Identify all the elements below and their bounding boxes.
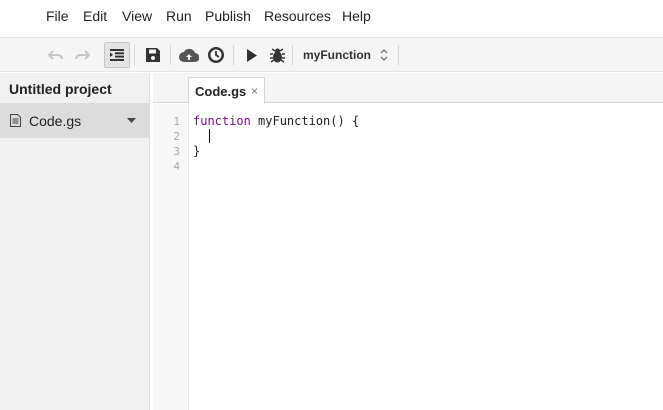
close-icon[interactable]: × (251, 84, 258, 98)
editor-tab-strip: Code.gs × (153, 73, 663, 104)
indent-button[interactable] (104, 42, 130, 68)
line-number: 4 (173, 160, 180, 173)
tab-code-gs[interactable]: Code.gs × (188, 77, 265, 104)
run-button[interactable] (239, 42, 265, 68)
menu-bar: File Edit View Run Publish Resources Hel… (0, 0, 663, 33)
code-keyword: function (193, 114, 251, 128)
tab-label: Code.gs (195, 84, 247, 99)
cloud-upload-icon (179, 48, 199, 62)
toolbar: myFunction (0, 37, 663, 72)
chevron-down-icon[interactable] (127, 118, 136, 123)
save-button[interactable] (140, 42, 166, 68)
toolbar-separator (398, 45, 399, 65)
sidebar: Untitled project Code.gs (0, 73, 150, 410)
clock-icon (208, 47, 224, 63)
line-number: 2 (173, 130, 180, 143)
file-item-label: Code.gs (29, 113, 82, 129)
menu-edit[interactable]: Edit (83, 8, 107, 24)
save-icon (146, 48, 160, 62)
redo-icon (75, 50, 90, 60)
menu-help[interactable]: Help (342, 8, 371, 24)
indent-icon (110, 49, 124, 61)
code-line: function myFunction() { (193, 114, 359, 128)
line-number-gutter: 1 2 3 4 (153, 104, 189, 410)
play-icon (247, 48, 257, 62)
undo-icon (48, 50, 63, 60)
debug-button[interactable] (264, 42, 290, 68)
line-number: 3 (173, 145, 180, 158)
undo-button[interactable] (43, 42, 69, 68)
project-title[interactable]: Untitled project (9, 81, 112, 97)
menu-run[interactable]: Run (166, 8, 192, 24)
function-select[interactable]: myFunction (296, 42, 394, 68)
file-item-code-gs[interactable]: Code.gs (0, 103, 149, 138)
toolbar-separator (170, 45, 171, 65)
redo-button[interactable] (69, 42, 95, 68)
code-text: } (193, 144, 201, 158)
function-select-value: myFunction (303, 48, 371, 62)
code-editor[interactable]: 1 2 3 4 function myFunction() { } (153, 104, 663, 410)
deploy-button[interactable] (176, 42, 202, 68)
menu-publish[interactable]: Publish (205, 8, 251, 24)
toolbar-separator (233, 45, 234, 65)
code-line: } (193, 144, 200, 158)
code-text: myFunction() { (250, 114, 360, 128)
menu-resources[interactable]: Resources (264, 8, 331, 24)
text-cursor (209, 129, 210, 143)
bug-icon (269, 47, 285, 63)
select-arrows-icon (380, 49, 388, 61)
document-icon (10, 114, 21, 127)
menu-file[interactable]: File (46, 8, 69, 24)
toolbar-separator (134, 45, 135, 65)
menu-view[interactable]: View (122, 8, 152, 24)
triggers-button[interactable] (203, 42, 229, 68)
toolbar-separator (292, 45, 293, 65)
line-number: 1 (173, 115, 180, 128)
